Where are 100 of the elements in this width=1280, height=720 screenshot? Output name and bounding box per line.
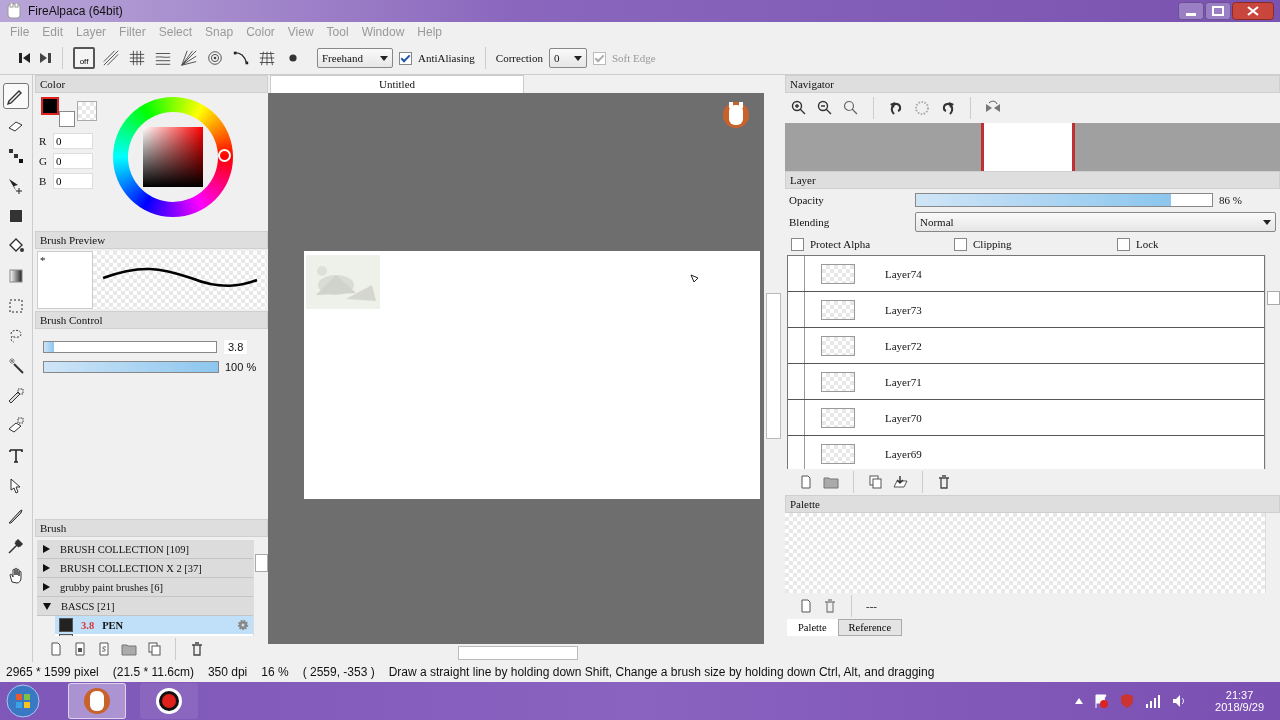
layer-row[interactable]: Layer72 (788, 328, 1264, 364)
minimize-icon[interactable] (1178, 2, 1204, 20)
taskbar-record-icon[interactable] (140, 683, 198, 719)
layer-name: Layer71 (885, 375, 922, 388)
layer-thumbnail (821, 335, 855, 356)
brush-group-label: BRUSH COLLECTION [109] (60, 543, 189, 555)
palette-name: --- (866, 600, 877, 612)
primary-color-swatch[interactable] (41, 97, 59, 115)
zoom-reset-icon[interactable] (843, 100, 859, 116)
blending-dropdown[interactable]: Normal (915, 212, 1276, 232)
zoom-in-icon[interactable] (791, 100, 807, 116)
brush-size: 3.8 (81, 619, 95, 631)
grid-icon[interactable] (127, 48, 147, 68)
tray-expand-icon[interactable] (1075, 698, 1084, 704)
checkbox[interactable] (791, 237, 804, 251)
rotate-left-icon[interactable] (888, 100, 904, 116)
panel-title: Brush (40, 522, 67, 534)
maximize-icon[interactable] (1205, 2, 1231, 20)
flag-icon[interactable] (1093, 693, 1110, 709)
channel-field[interactable]: 0 (53, 153, 93, 169)
scrollbar-thumb[interactable] (255, 554, 268, 572)
status-text: ( 2559, -353 ) (302, 665, 375, 679)
brush-opacity-value: 100 % (225, 361, 257, 373)
clock[interactable]: 21:37 2018/9/29 (1215, 689, 1264, 713)
new-brush-icon[interactable] (49, 642, 63, 656)
zoom-out-icon[interactable] (817, 100, 833, 116)
layer-thumbnail (821, 407, 855, 428)
brush-settings-icon[interactable] (73, 642, 87, 656)
layer-name: Layer74 (885, 267, 922, 280)
close-icon[interactable] (1232, 2, 1274, 20)
checkbox-label: Lock (1136, 238, 1159, 250)
channel-field[interactable]: 0 (53, 133, 93, 149)
scrollbar-thumb[interactable] (766, 293, 781, 439)
checkbox-label: Soft Edge (611, 52, 656, 64)
concentric-circles-icon[interactable] (205, 48, 225, 68)
new-layer-icon[interactable] (799, 475, 813, 489)
undo-icon[interactable] (18, 52, 32, 64)
secondary-color-swatch[interactable] (59, 111, 75, 127)
snap-off-button[interactable]: off (73, 47, 95, 69)
transparent-swatch[interactable] (77, 101, 97, 121)
stroke-mode-dropdown[interactable]: Freehand (317, 48, 393, 68)
brush-size-slider[interactable] (43, 341, 217, 353)
panel-title: Palette (790, 498, 820, 510)
brush-item[interactable]: 3.8 PEN (55, 616, 253, 634)
checkbox[interactable] (399, 51, 412, 65)
brush-size-value[interactable]: 3.8 (223, 339, 249, 355)
correction-dropdown[interactable]: 0 (548, 48, 587, 68)
trash-icon[interactable] (190, 642, 204, 656)
layer-name: Layer69 (885, 447, 922, 460)
layer-name: Layer70 (885, 411, 922, 424)
layer-name: Layer72 (885, 339, 922, 352)
start-button[interactable] (6, 684, 40, 718)
layer-thumbnail (821, 443, 855, 464)
brush-group[interactable]: BRUSH COLLECTION [109] (37, 540, 253, 559)
folder-icon[interactable] (823, 475, 839, 489)
layer-row[interactable]: Layer73 (788, 292, 1264, 328)
signal-icon[interactable] (1145, 693, 1162, 709)
scrollbar-thumb[interactable] (1267, 291, 1280, 305)
document-tab[interactable]: Untitled (270, 75, 524, 93)
radial-lines-icon[interactable] (179, 48, 199, 68)
checkbox[interactable] (954, 237, 967, 251)
merge-down-icon[interactable] (892, 475, 908, 489)
blending-label: Blending (789, 216, 831, 228)
panel-title: Layer (790, 174, 816, 186)
checkbox[interactable] (1117, 237, 1130, 251)
script-brush-icon[interactable] (97, 642, 111, 656)
checkbox-label: AntiAliasing (418, 52, 475, 64)
channel-label: G (39, 155, 47, 167)
layer-row[interactable]: Layer70 (788, 400, 1264, 436)
window-title: FireAlpaca (64bit) (28, 4, 123, 18)
redo-icon[interactable] (38, 52, 52, 64)
brush-opacity-slider[interactable] (43, 361, 219, 373)
brush-group[interactable]: BASCS [21] (37, 597, 253, 616)
rotate-right-icon[interactable] (940, 100, 956, 116)
layer-name: Layer73 (885, 303, 922, 316)
gear-icon[interactable] (237, 619, 249, 631)
layer-row[interactable]: Layer74 (788, 256, 1264, 292)
brush-group[interactable]: BRUSH COLLECTION X 2 [37] (37, 559, 253, 578)
duplicate-icon[interactable] (868, 475, 882, 489)
layer-opacity-slider[interactable] (915, 193, 1213, 207)
new-palette-icon[interactable] (799, 599, 813, 613)
checkbox-label: Clipping (973, 238, 1012, 250)
scrollbar-thumb[interactable] (458, 646, 578, 660)
duplicate-icon[interactable] (147, 642, 161, 656)
status-text: 16 % (261, 665, 289, 679)
channel-field[interactable]: 0 (53, 173, 93, 189)
pen-icon[interactable] (3, 83, 29, 109)
panel-tab[interactable]: Palette (787, 619, 838, 636)
brush-tip-mark: * (40, 254, 46, 266)
channel-label: B (39, 175, 47, 187)
parallel-lines-icon[interactable] (101, 48, 121, 68)
taskbar-app-icon[interactable] (68, 683, 126, 719)
layer-thumbnail (821, 263, 855, 284)
correction-label: Correction (495, 52, 543, 64)
trash-icon[interactable] (937, 475, 951, 489)
layer-thumbnail (821, 299, 855, 320)
folder-icon[interactable] (121, 642, 137, 656)
brush-group[interactable]: grubby paint brushes [6] (37, 578, 253, 597)
panel-tab[interactable]: Reference (837, 619, 903, 636)
layer-row[interactable]: Layer71 (788, 364, 1264, 400)
